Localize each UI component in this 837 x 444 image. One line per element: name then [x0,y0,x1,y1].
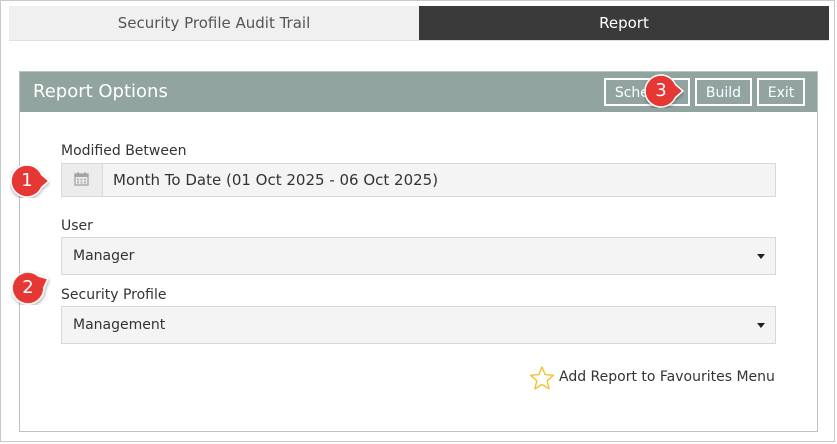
modified-between-value: Month To Date (01 Oct 2025 - 06 Oct 2025… [113,171,439,189]
calendar-icon[interactable] [62,164,103,196]
callout-marker-2: 2 [11,271,51,305]
panel-header: Report Options Schedule Build Exit [20,72,817,112]
security-profile-select[interactable]: Management [61,306,776,344]
callout-number: 1 [21,170,33,191]
callout-marker-3: 3 [644,74,684,108]
user-select[interactable]: Manager [61,237,776,275]
modified-between-field[interactable]: Month To Date (01 Oct 2025 - 06 Oct 2025… [61,163,776,197]
user-label: User [61,218,93,234]
star-icon [529,366,555,390]
panel-title: Report Options [33,81,168,102]
callout-number: 2 [22,277,34,298]
modified-between-label: Modified Between [61,143,187,159]
security-profile-label: Security Profile [61,287,167,303]
build-button[interactable]: Build [695,78,752,106]
tab-report[interactable]: Report [419,6,829,40]
exit-button[interactable]: Exit [757,78,805,106]
tab-security-profile-audit-trail[interactable]: Security Profile Audit Trail [9,6,419,40]
user-select-value: Manager [73,248,135,264]
chevron-down-icon [757,254,765,259]
callout-marker-1: 1 [10,164,50,198]
security-profile-select-value: Management [73,317,166,333]
callout-number: 3 [655,80,667,101]
chevron-down-icon [757,323,765,328]
tab-divider [9,40,829,41]
report-options-panel: Report Options Schedule Build Exit Modif… [19,71,818,432]
add-to-favourites-label: Add Report to Favourites Menu [559,369,775,385]
